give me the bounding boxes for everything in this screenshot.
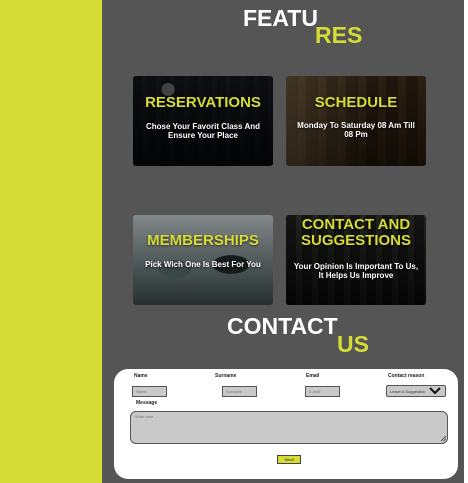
chevron-down-icon (429, 387, 441, 395)
name-input[interactable] (132, 386, 167, 397)
name-label: Name (134, 373, 148, 379)
card-title: MEMBERSHIPS (147, 232, 259, 249)
card-description: Your Opinion Is Important To Us, It Help… (293, 262, 419, 280)
message-label: Message (136, 400, 158, 406)
contact-form: Name Surname Email Contact reason Leave … (114, 369, 458, 479)
card-description: Pick Wich One Is Best For You (145, 260, 261, 269)
surname-input[interactable] (222, 386, 257, 397)
card-title: CONTACT AND SUGGESTIONS (300, 216, 412, 249)
email-label: Email (306, 373, 320, 379)
card-reservations[interactable]: RESERVATIONS Chose Your Favorit Class An… (133, 76, 273, 166)
card-memberships[interactable]: MEMBERSHIPS Pick Wich One Is Best For Yo… (133, 215, 273, 305)
contact-reason-label: Contact reason (388, 373, 425, 379)
sidebar-accent (0, 0, 102, 483)
card-title: RESERVATIONS (145, 94, 261, 111)
email-input[interactable] (305, 386, 340, 397)
contact-heading-part2: US (337, 331, 369, 357)
features-heading-part2: RES (315, 22, 363, 48)
card-title: SCHEDULE (314, 94, 398, 111)
resize-grip-icon[interactable] (440, 435, 447, 442)
contact-reason-select[interactable]: Leave A Suggestion (386, 385, 446, 397)
card-description: Chose Your Favorit Class And Ensure Your… (145, 122, 261, 140)
surname-label: Surname (215, 373, 237, 379)
right-edge-border (464, 0, 468, 483)
card-schedule[interactable]: SCHEDULE Monday To Saturday 08 Am Till 0… (286, 76, 426, 166)
card-contact-suggestions[interactable]: CONTACT AND SUGGESTIONS Your Opinion Is … (286, 215, 426, 305)
card-description: Monday To Saturday 08 Am Till 08 Pm (297, 121, 415, 139)
message-textarea[interactable] (130, 411, 448, 444)
features-heading-part1: FEATU (243, 5, 318, 31)
send-button[interactable]: Send (277, 455, 301, 464)
contact-heading-part1: CONTACT (227, 313, 338, 339)
contact-reason-value: Leave A Suggestion (390, 389, 426, 394)
